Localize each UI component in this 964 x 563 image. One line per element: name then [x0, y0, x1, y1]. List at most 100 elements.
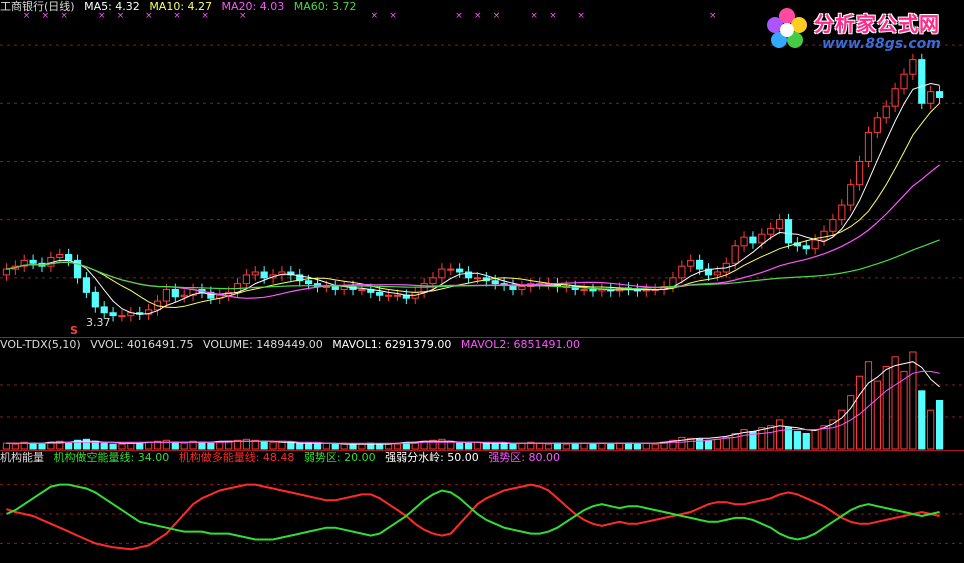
- signal-mark: ×: [389, 11, 397, 21]
- candle-body: [393, 294, 402, 297]
- volume-bar: [580, 442, 588, 450]
- candle-body: [847, 184, 855, 206]
- volume-bar: [624, 442, 633, 450]
- candle-body: [775, 219, 784, 229]
- ma5-line: [6, 82, 940, 315]
- candle-body: [456, 268, 464, 273]
- ind-name: 机构能量: [0, 451, 44, 464]
- volume-bar: [65, 442, 73, 450]
- candle-body: [740, 236, 748, 247]
- watermark-url: www.88gs.com: [822, 36, 941, 52]
- volume-bar: [109, 443, 117, 450]
- volume-bar: [633, 443, 642, 450]
- candle-body: [838, 204, 846, 221]
- candle-body: [82, 277, 91, 293]
- candle-body: [91, 291, 99, 308]
- volume-bar: [678, 436, 686, 450]
- price-legend: 工商银行(日线) MA5: 4.32 MA10: 4.27 MA20: 4.03…: [0, 0, 362, 14]
- candle-body: [749, 236, 757, 244]
- candle-body: [118, 315, 126, 318]
- volume-bar: [269, 441, 277, 450]
- volume-bar: [616, 442, 624, 450]
- candle-body: [29, 259, 37, 264]
- candle-body: [109, 312, 117, 317]
- volume-bar: [589, 443, 597, 450]
- candle-body: [829, 219, 837, 232]
- volume-bar: [198, 441, 206, 450]
- volume-bar: [713, 438, 721, 450]
- candle-body: [864, 131, 873, 162]
- ma20-label: MA20: 4.03: [221, 0, 285, 13]
- volume-bar: [509, 443, 517, 450]
- watermark-title: 分析家公式网: [814, 12, 940, 36]
- volume-bar: [482, 442, 490, 450]
- candle-body: [811, 239, 819, 250]
- volume-bar: [260, 440, 268, 450]
- signal-mark: ×: [455, 11, 463, 21]
- volume-bar: [456, 441, 464, 450]
- candle-body: [56, 254, 64, 258]
- volume-bar: [935, 400, 944, 450]
- candle-body: [100, 306, 108, 314]
- volume-bar: [500, 442, 508, 450]
- volume-bar: [802, 432, 810, 450]
- candle-body: [873, 117, 881, 133]
- candle-body: [376, 291, 384, 296]
- candle-body: [473, 277, 482, 280]
- mid-line-label: 强弱分水岭: 50.00: [385, 451, 479, 464]
- candle-body: [731, 245, 739, 264]
- short-energy-label: 机构做空能量线: 34.00: [53, 451, 170, 464]
- volume-bar: [731, 432, 739, 450]
- vol-name: VOL-TDX(5,10): [0, 338, 81, 351]
- candle-body: [900, 73, 908, 90]
- candle-body: [358, 288, 366, 291]
- candle-body: [713, 271, 721, 276]
- candle-body: [784, 219, 793, 244]
- volume-bar: [793, 431, 801, 450]
- volume-bar: [598, 442, 606, 450]
- volume-bar: [349, 443, 357, 450]
- volume-bar: [704, 439, 713, 450]
- candle-body: [935, 91, 944, 98]
- volume-bar: [38, 443, 46, 450]
- volume-bar: [171, 441, 179, 450]
- ma5-label: MA5: 4.32: [84, 0, 140, 13]
- candle-body: [589, 288, 597, 292]
- candle-body: [767, 227, 775, 235]
- volume-bar: [864, 361, 873, 450]
- volume-bar: [651, 443, 659, 450]
- volume-bar: [775, 419, 784, 450]
- volume-bar: [784, 427, 793, 450]
- volume-bar: [811, 429, 819, 450]
- volume-bar: [145, 441, 153, 450]
- candle-body: [180, 294, 188, 298]
- volume-bar: [767, 425, 775, 450]
- signal-mark: ×: [709, 11, 717, 21]
- candle-body: [855, 160, 864, 186]
- volume-bar: [162, 439, 171, 450]
- ma60-label: MA60: 3.72: [293, 0, 357, 13]
- volume-legend: VOL-TDX(5,10) VVOL: 4016491.75 VOLUME: 1…: [0, 338, 586, 352]
- volume-bar: [891, 356, 899, 450]
- volume-bar: [402, 442, 410, 450]
- volume-bar: [322, 442, 330, 450]
- candle-body: [802, 245, 810, 250]
- volume-bar: [642, 442, 650, 450]
- volume-bar: [180, 442, 188, 450]
- candle-body: [420, 283, 428, 293]
- candle-body: [820, 230, 828, 241]
- volume-bar: [758, 427, 766, 450]
- candle-body: [678, 265, 686, 279]
- volume-bar: [847, 395, 855, 450]
- stock-name: 工商银行(日线): [0, 0, 75, 13]
- volume-bar: [313, 443, 322, 450]
- long-energy-label: 机构做多能量线: 48.48: [178, 451, 295, 464]
- signal-mark: ×: [549, 11, 557, 21]
- low-price-marker: 3.37: [86, 316, 111, 329]
- candle-body: [687, 259, 695, 267]
- candle-body: [242, 274, 250, 285]
- candle-body: [580, 288, 588, 291]
- volume-bar: [571, 443, 579, 450]
- candle-body: [429, 277, 437, 285]
- volume-bar: [216, 441, 224, 450]
